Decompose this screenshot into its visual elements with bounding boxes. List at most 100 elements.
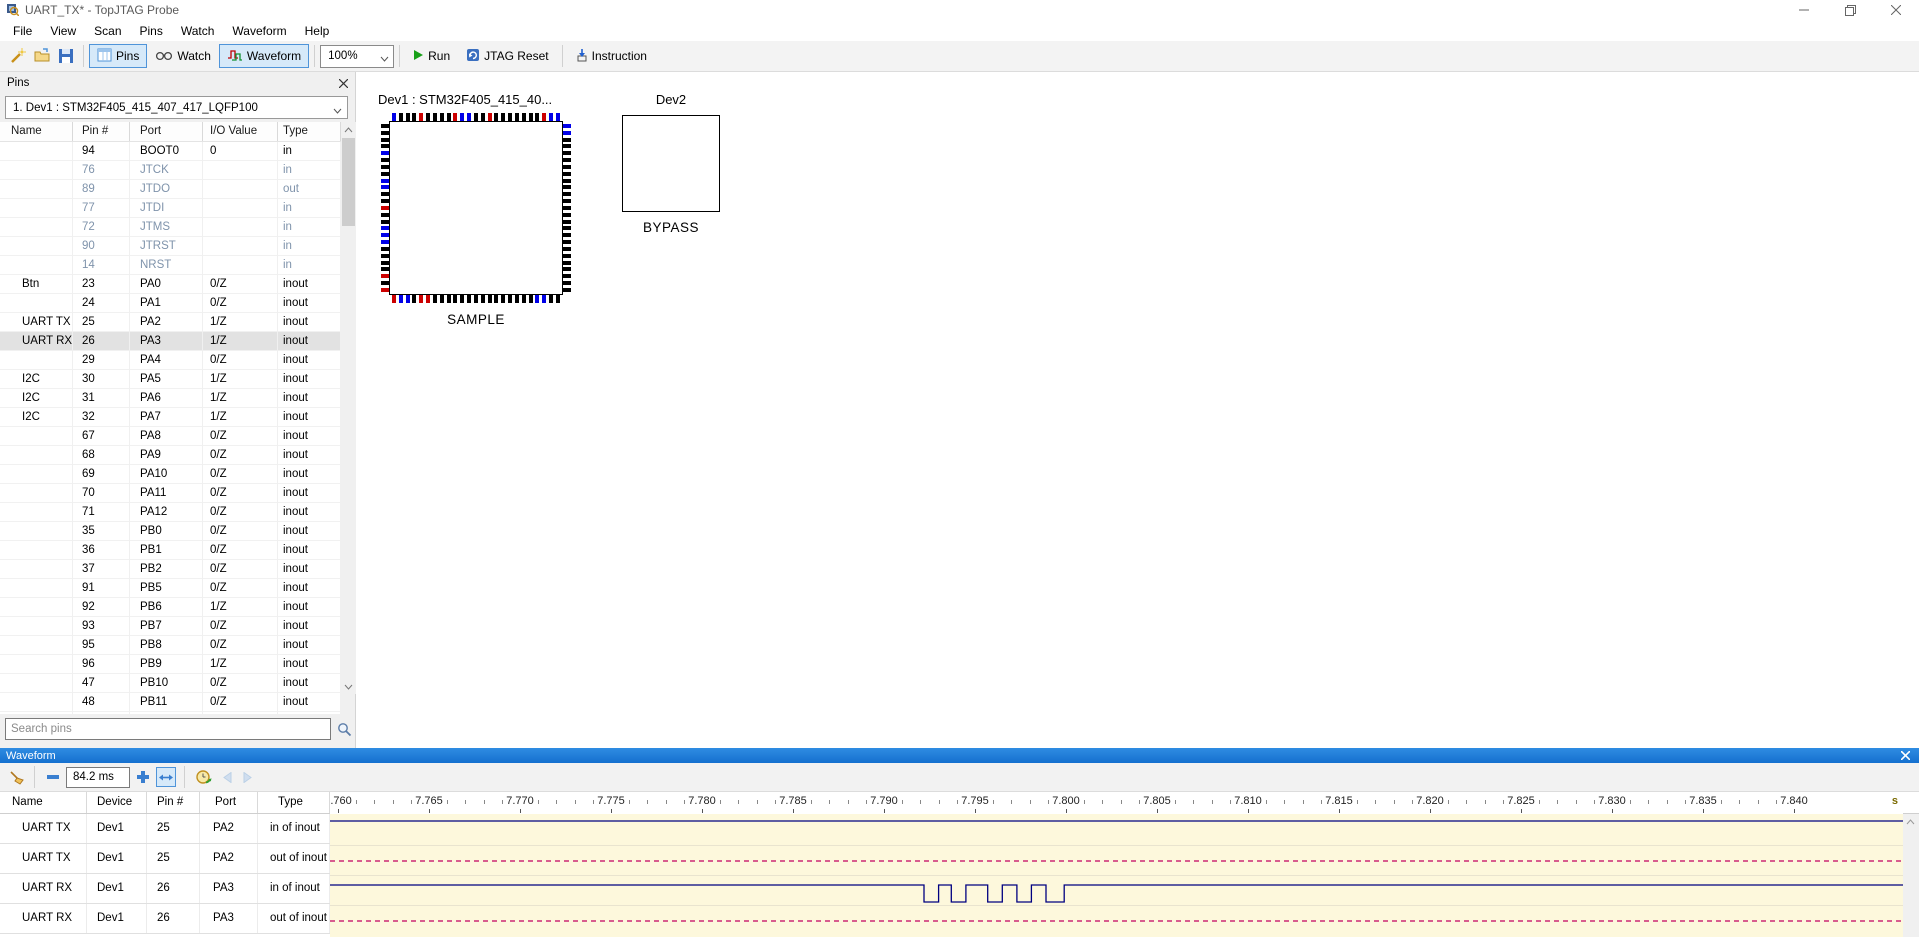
chip-pin[interactable]: [563, 220, 571, 224]
pin-row-pb7[interactable]: 93PB70/Zinout: [0, 617, 341, 636]
menu-waveform[interactable]: Waveform: [223, 21, 295, 41]
pin-row-pa11[interactable]: 70PA110/Zinout: [0, 484, 341, 503]
pin-row-pa8[interactable]: 67PA80/Zinout: [0, 427, 341, 446]
waveform-row-uart-tx[interactable]: UART TXDev125PA2out of inout: [0, 844, 330, 874]
pin-row-pb2[interactable]: 37PB20/Zinout: [0, 560, 341, 579]
chip-pin[interactable]: [426, 295, 430, 303]
chip-pin[interactable]: [535, 113, 539, 121]
chip-pin[interactable]: [515, 295, 519, 303]
wave-col-port[interactable]: Port: [200, 792, 258, 813]
waveform-row-uart-rx[interactable]: UART RXDev126PA3in of inout: [0, 874, 330, 904]
pin-row-jtck[interactable]: 76JTCKin: [0, 161, 341, 180]
chip-pin[interactable]: [488, 113, 492, 121]
chip-pin[interactable]: [488, 295, 492, 303]
wand-icon[interactable]: [6, 44, 30, 68]
pin-row-pa4[interactable]: 29PA40/Zinout: [0, 351, 341, 370]
chip-pin[interactable]: [494, 113, 498, 121]
chip-pin[interactable]: [481, 295, 485, 303]
chip-pin[interactable]: [453, 295, 457, 303]
pin-row-boot0[interactable]: 94BOOT00in: [0, 142, 341, 161]
pin-row-pb8[interactable]: 95PB80/Zinout: [0, 636, 341, 655]
chip-pin[interactable]: [563, 199, 571, 203]
timeline-ruler[interactable]: s 7.7607.7657.7707.7757.7807.7857.7907.7…: [330, 792, 1903, 814]
pin-row-jtdo[interactable]: 89JTDOout: [0, 180, 341, 199]
chip-pin[interactable]: [515, 113, 519, 121]
chip-pin[interactable]: [563, 185, 571, 189]
scrollbar-thumb[interactable]: [342, 138, 355, 226]
menu-help[interactable]: Help: [296, 21, 339, 41]
wave-col-name[interactable]: Name: [0, 792, 87, 813]
chip-pin[interactable]: [529, 113, 533, 121]
chip-pin[interactable]: [381, 151, 389, 155]
pin-row-pa9[interactable]: 68PA90/Zinout: [0, 446, 341, 465]
chip-pin[interactable]: [381, 220, 389, 224]
pin-row-pb9[interactable]: 96PB91/Zinout: [0, 655, 341, 674]
fit-width-button[interactable]: [156, 767, 176, 787]
pin-row-pa3[interactable]: UART RX26PA31/Zinout: [0, 332, 341, 351]
restore-button[interactable]: [1827, 0, 1873, 20]
pin-row-jtms[interactable]: 72JTMSin: [0, 218, 341, 237]
wave-col-type[interactable]: Type: [258, 792, 330, 813]
chip-pin[interactable]: [440, 295, 444, 303]
chip-pin[interactable]: [529, 295, 533, 303]
chip-pin[interactable]: [381, 185, 389, 189]
close-button[interactable]: [1873, 0, 1919, 20]
chip-pin[interactable]: [563, 172, 571, 176]
chip-pin[interactable]: [549, 113, 553, 121]
chip-pin[interactable]: [467, 113, 471, 121]
chip-pin[interactable]: [563, 151, 571, 155]
chip-pin[interactable]: [381, 240, 389, 244]
col-header-io-value[interactable]: I/O Value: [203, 122, 278, 141]
zoom-combobox[interactable]: 100%: [320, 45, 394, 68]
chip-pin[interactable]: [474, 113, 478, 121]
chip-pin[interactable]: [406, 295, 410, 303]
chip-pin[interactable]: [481, 113, 485, 121]
zoom-in-button[interactable]: [133, 767, 153, 787]
chip-pin[interactable]: [563, 274, 571, 278]
menu-watch[interactable]: Watch: [172, 21, 224, 41]
chip-pin[interactable]: [381, 144, 389, 148]
chip-pin[interactable]: [381, 267, 389, 271]
instruction-button[interactable]: Instruction: [568, 44, 655, 68]
scrollbar-up-button[interactable]: [1903, 814, 1918, 829]
pin-row-pa2[interactable]: UART TX25PA21/Zinout: [0, 313, 341, 332]
chip-pin[interactable]: [381, 261, 389, 265]
menu-file[interactable]: File: [4, 21, 41, 41]
refresh-clock-icon[interactable]: [193, 767, 213, 787]
chip-pin[interactable]: [419, 295, 423, 303]
chip-pin[interactable]: [542, 113, 546, 121]
chip-pin[interactable]: [563, 261, 571, 265]
chip-pin[interactable]: [412, 113, 416, 121]
chip-pin[interactable]: [563, 138, 571, 142]
chip-pin[interactable]: [563, 281, 571, 285]
chip-pin[interactable]: [563, 240, 571, 244]
open-file-icon[interactable]: [30, 44, 54, 68]
chip-pin[interactable]: [563, 254, 571, 258]
watch-toggle-button[interactable]: Watch: [147, 44, 219, 68]
waveform-row-uart-rx[interactable]: UART RXDev126PA3out of inout: [0, 904, 330, 934]
col-header-name[interactable]: Name: [0, 122, 73, 141]
chip-pin[interactable]: [399, 295, 403, 303]
chip-pin[interactable]: [563, 158, 571, 162]
chip-pin[interactable]: [406, 113, 410, 121]
chip-pin[interactable]: [381, 288, 389, 292]
chip-pin[interactable]: [381, 131, 389, 135]
minimize-button[interactable]: [1781, 0, 1827, 20]
chip-pin[interactable]: [563, 144, 571, 148]
chip-pin[interactable]: [453, 113, 457, 121]
chip-pin[interactable]: [381, 179, 389, 183]
chip-pin[interactable]: [381, 165, 389, 169]
wave-col-device[interactable]: Device: [87, 792, 147, 813]
chip-pin[interactable]: [381, 254, 389, 258]
chip-pin[interactable]: [563, 213, 571, 217]
chip-pin[interactable]: [494, 295, 498, 303]
chip-pin[interactable]: [563, 206, 571, 210]
chip-pin[interactable]: [467, 295, 471, 303]
chip-pin[interactable]: [474, 295, 478, 303]
chip-pin[interactable]: [522, 113, 526, 121]
dev2-chip-body[interactable]: [622, 115, 720, 212]
dev1-chip-body[interactable]: [389, 121, 563, 295]
chip-pin[interactable]: [501, 113, 505, 121]
pins-panel-close-icon[interactable]: [336, 76, 350, 90]
pin-row-jtdi[interactable]: 77JTDIin: [0, 199, 341, 218]
